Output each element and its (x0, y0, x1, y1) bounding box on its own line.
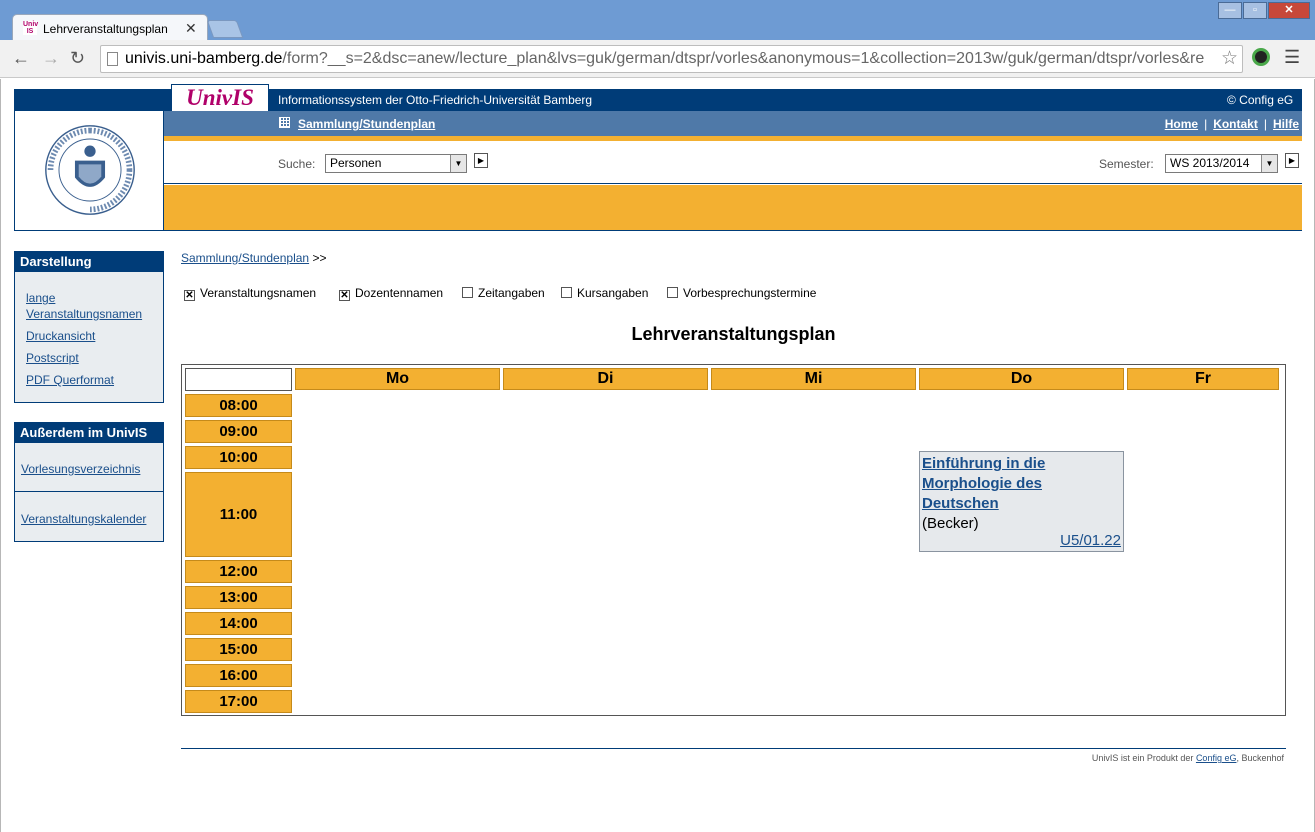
forward-arrow-icon[interactable]: → (42, 48, 60, 69)
timetable-grid-icon (279, 117, 290, 128)
browser-tab[interactable]: Univ IS Lehrveranstaltungsplan ✕ (12, 14, 208, 42)
sidebar-ausserdem-title: Außerdem im UnivIS (15, 423, 163, 443)
chevron-down-icon: ▼ (1261, 155, 1277, 172)
help-link[interactable]: Hilfe (1273, 117, 1299, 131)
lecture-lecturer: (Becker) (922, 515, 979, 532)
lecture-room-link[interactable]: U5/01.22 (1060, 532, 1121, 549)
time-slot: 15:00 (185, 638, 292, 661)
option-kursangaben[interactable]: Kursangaben (561, 286, 648, 300)
semester-go-button[interactable]: ▶ (1285, 153, 1299, 168)
search-label: Suche: (278, 157, 316, 171)
time-slot: 09:00 (185, 420, 292, 443)
day-header-fr: Fr (1127, 368, 1279, 390)
time-slot: 10:00 (185, 446, 292, 469)
collection-link[interactable]: Sammlung/Stundenplan (298, 117, 435, 131)
option-dozentennamen[interactable]: ✕ Dozentennamen (339, 286, 443, 301)
univis-logo[interactable]: UnivIS (171, 84, 269, 112)
search-go-button[interactable]: ▶ (474, 153, 488, 168)
sidebar-link-veranstaltungskalender[interactable]: Veranstaltungskalender (21, 511, 146, 527)
tab-title: Lehrveranstaltungsplan (43, 22, 168, 36)
timetable-corner-cell (185, 368, 292, 391)
lecture-event: Einführung in die Morphologie des Deutsc… (919, 451, 1124, 552)
footer-config-link[interactable]: Config eG (1196, 753, 1237, 763)
semester-select[interactable]: WS 2013/2014 ▼ (1165, 154, 1278, 173)
footer-divider (181, 748, 1286, 749)
time-slot: 08:00 (185, 394, 292, 417)
header-links: Home | Kontakt | Hilfe (1164, 117, 1299, 131)
option-zeitangaben[interactable]: Zeitangaben (462, 286, 545, 300)
sidebar-link-veranstaltungsnamen[interactable]: Veranstaltungsnamen (26, 306, 142, 322)
university-logo-box (14, 110, 164, 231)
day-header-do: Do (919, 368, 1124, 390)
option-veranstaltungsnamen[interactable]: ✕ Veranstaltungsnamen (184, 286, 316, 301)
header-info-text: Informationssystem der Otto-Friedrich-Un… (278, 93, 593, 107)
minimize-button[interactable]: — (1218, 2, 1242, 19)
day-header-mo: Mo (295, 368, 500, 390)
time-slot: 14:00 (185, 612, 292, 635)
lecture-title-link[interactable]: Einführung in die Morphologie des Deutsc… (922, 454, 1121, 514)
sidebar-link-postscript[interactable]: Postscript (26, 350, 79, 366)
browser-titlebar: Univ IS Lehrveranstaltungsplan ✕ — ▫ ✕ (0, 0, 1315, 42)
menu-icon[interactable]: ☰ (1284, 47, 1300, 68)
browser-toolbar: ← → ↻ univis.uni-bamberg.de/form?__s=2&d… (0, 40, 1315, 78)
timetable: Mo Di Mi Do Fr 08:00 09:00 10:00 11:00 1… (181, 364, 1286, 716)
close-tab-icon[interactable]: ✕ (185, 20, 197, 37)
address-bar[interactable]: univis.uni-bamberg.de/form?__s=2&dsc=ane… (100, 45, 1243, 73)
checkbox-unchecked[interactable] (561, 287, 572, 298)
semester-label: Semester: (1099, 157, 1154, 171)
checkbox-checked[interactable]: ✕ (339, 290, 350, 301)
university-seal-icon (45, 125, 135, 215)
search-row: Suche: Personen ▼ ▶ Semester: WS 2013/201… (164, 141, 1302, 184)
time-slot: 16:00 (185, 664, 292, 687)
option-vorbesprechungstermine[interactable]: Vorbesprechungstermine (667, 286, 816, 300)
bookmark-star-icon[interactable]: ☆ (1221, 47, 1238, 70)
page-viewport: UnivIS Informationssystem der Otto-Fried… (0, 79, 1315, 832)
day-header-mi: Mi (711, 368, 916, 390)
breadcrumb-suffix: >> (312, 251, 327, 265)
search-select[interactable]: Personen ▼ (325, 154, 467, 173)
checkbox-checked[interactable]: ✕ (184, 290, 195, 301)
home-link[interactable]: Home (1165, 117, 1198, 131)
breadcrumb: Sammlung/Stundenplan >> (181, 251, 326, 265)
sidebar-divider (15, 491, 163, 492)
day-header-di: Di (503, 368, 708, 390)
checkbox-unchecked[interactable] (667, 287, 678, 298)
extension-icon[interactable] (1252, 48, 1270, 66)
checkbox-unchecked[interactable] (462, 287, 473, 298)
new-tab-button[interactable] (206, 20, 244, 38)
sidebar-link-pdf-querformat[interactable]: PDF Querformat (26, 372, 114, 388)
back-arrow-icon[interactable]: ← (12, 48, 30, 69)
header-sub-bar: Sammlung/Stundenplan Home | Kontakt | Hilfe (164, 111, 1302, 136)
close-window-button[interactable]: ✕ (1268, 2, 1310, 19)
footer: UnivIS ist ein Produkt der Config eG, Bu… (1091, 753, 1284, 763)
time-slot: 12:00 (185, 560, 292, 583)
chevron-down-icon: ▼ (450, 155, 466, 172)
header-copyright: © Config eG (1227, 93, 1294, 107)
sidebar-ausserdem: Außerdem im UnivIS Vorlesungsverzeichnis… (14, 422, 164, 542)
reload-icon[interactable]: ↻ (70, 48, 85, 69)
breadcrumb-link[interactable]: Sammlung/Stundenplan (181, 251, 309, 265)
time-slot: 11:00 (185, 472, 292, 557)
sidebar-link-lange[interactable]: lange (26, 290, 55, 306)
sidebar-link-vorlesungsverzeichnis[interactable]: Vorlesungsverzeichnis (21, 461, 140, 477)
univis-favicon-icon: Univ IS (23, 21, 39, 35)
url-text[interactable]: univis.uni-bamberg.de/form?__s=2&dsc=ane… (125, 50, 1215, 68)
contact-link[interactable]: Kontakt (1213, 117, 1258, 131)
page-title: Lehrveranstaltungsplan (631, 324, 836, 344)
maximize-button[interactable]: ▫ (1243, 2, 1267, 19)
header-orange-band (164, 185, 1302, 231)
time-slot: 13:00 (185, 586, 292, 609)
page-icon (107, 52, 118, 66)
time-slot: 17:00 (185, 690, 292, 713)
sidebar-darstellung-title: Darstellung (15, 252, 163, 272)
